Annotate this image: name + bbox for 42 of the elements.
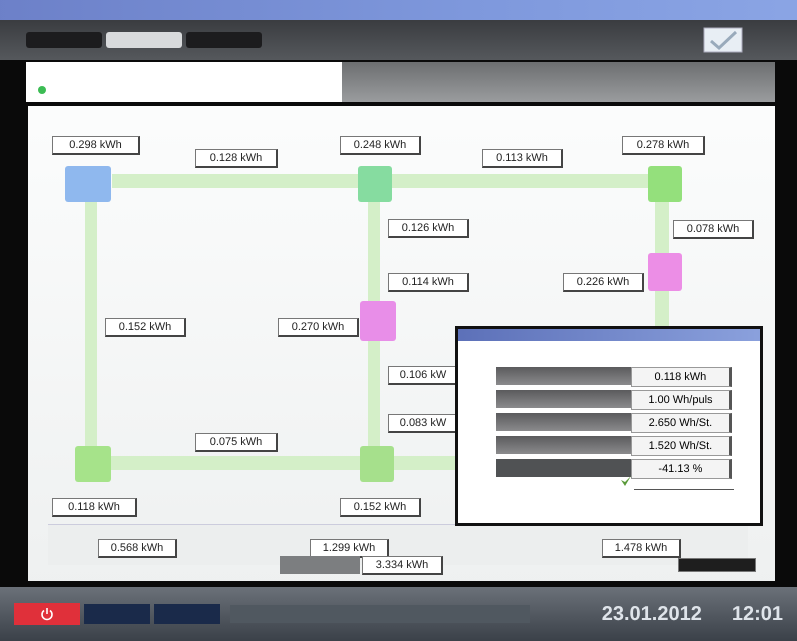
taskbar-button[interactable] [154,604,220,624]
status-dot-icon [38,86,46,94]
total-value: 1.299 kWh [310,539,389,558]
row-value: -41.13 % [630,459,732,479]
row-value: 2.650 Wh/St. [630,413,732,433]
total-value: 1.478 kWh [602,539,681,558]
meter-node[interactable] [358,166,392,202]
power-button[interactable] [14,603,80,625]
reading-value: 0.270 kWh [278,318,359,337]
meter-node[interactable] [65,166,111,202]
reading-value: 0.075 kWh [195,433,278,452]
power-icon [40,607,54,621]
row-value: 1.00 Wh/puls [630,390,732,410]
meter-node[interactable] [75,446,111,482]
reading-value: 0.078 kWh [673,220,754,239]
reading-value: 0.118 kWh [52,498,137,517]
reading-value: 0.113 kWh [482,149,563,168]
tab[interactable] [106,32,182,48]
meter-node[interactable] [360,301,396,341]
pipe [655,202,669,253]
meter-node[interactable] [648,253,682,291]
total-value: 0.568 kWh [98,539,177,558]
meter-node[interactable] [648,166,682,202]
total-sum: 3.334 kWh [362,556,443,575]
tab[interactable] [26,32,102,48]
reading-value: 0.226 kWh [563,273,644,292]
tab[interactable] [186,32,262,48]
reading-value: 0.114 kWh [388,273,469,292]
reading-value: 0.126 kWh [388,219,469,238]
checkmark-icon [703,27,743,53]
row-value: 0.118 kWh [630,367,732,387]
reading-value: 0.128 kWh [195,149,278,168]
reading-value: 0.298 kWh [52,136,140,155]
reading-value: 0.152 kWh [340,498,421,517]
time-text: 12:01 [732,602,783,626]
reading-value: 0.278 kWh [622,136,705,155]
reading-value: 0.248 kWh [340,136,421,155]
action-button[interactable] [678,558,756,572]
reading-value: 0.152 kWh [105,318,186,337]
meter-node[interactable] [360,446,394,482]
date-text: 23.01.2012 [602,602,702,626]
row-value: 1.520 Wh/St. [630,436,732,456]
